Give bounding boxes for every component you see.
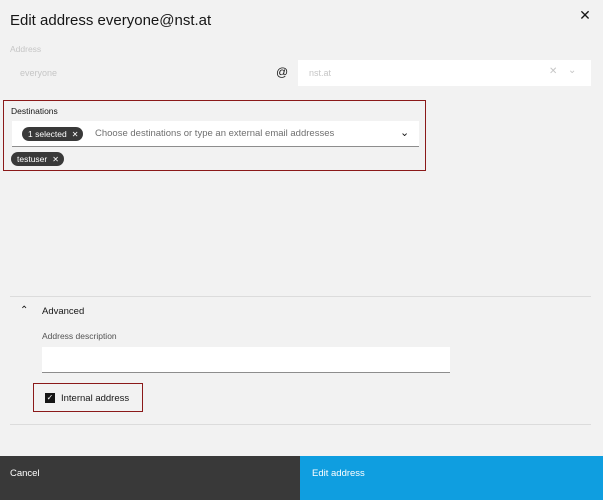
address-description-input[interactable] <box>42 347 450 373</box>
at-symbol: @ <box>276 65 289 79</box>
destination-chip-label: testuser <box>17 154 48 164</box>
selected-count-label: 1 selected <box>28 129 67 139</box>
chevron-down-icon[interactable]: ⌄ <box>400 126 409 139</box>
cancel-button[interactable]: Cancel <box>0 456 300 500</box>
internal-address-checkbox-group[interactable]: ✓ Internal address <box>33 383 143 412</box>
domain-value: nst.at <box>309 68 332 78</box>
remove-chip-icon[interactable]: ✕ <box>52 155 59 164</box>
chevron-down-icon[interactable]: ⌄ <box>568 65 576 76</box>
destinations-label: Destinations <box>11 106 58 116</box>
address-local-field[interactable]: everyone <box>10 60 270 86</box>
destination-chip[interactable]: testuser ✕ <box>11 152 64 166</box>
destinations-placeholder: Choose destinations or type an external … <box>95 128 335 139</box>
divider <box>10 296 591 297</box>
advanced-toggle-label[interactable]: Advanced <box>42 306 84 317</box>
selected-count-tag[interactable]: 1 selected ✕ <box>22 127 84 141</box>
checkbox-checked-icon[interactable]: ✓ <box>45 393 55 403</box>
destinations-section: Destinations 1 selected ✕ Choose destinat… <box>3 100 426 171</box>
edit-address-modal: Edit address everyone@nst.at ✕ Address e… <box>0 0 603 500</box>
modal-title: Edit address everyone@nst.at <box>10 12 212 29</box>
domain-select[interactable]: nst.at ✕ ⌄ <box>298 60 591 86</box>
clear-icon[interactable]: ✕ <box>549 66 557 77</box>
divider <box>10 424 591 425</box>
address-description-label: Address description <box>42 331 117 341</box>
address-label: Address <box>10 44 42 54</box>
chevron-up-icon[interactable]: ⌃ <box>20 305 28 316</box>
clear-selection-icon[interactable]: ✕ <box>72 130 79 139</box>
destinations-input[interactable]: 1 selected ✕ Choose destinations or type … <box>12 121 419 147</box>
edit-address-button[interactable]: Edit address <box>300 456 603 500</box>
internal-address-label[interactable]: Internal address <box>61 393 129 404</box>
close-icon[interactable]: ✕ <box>574 6 596 28</box>
address-local-value: everyone <box>20 68 58 78</box>
